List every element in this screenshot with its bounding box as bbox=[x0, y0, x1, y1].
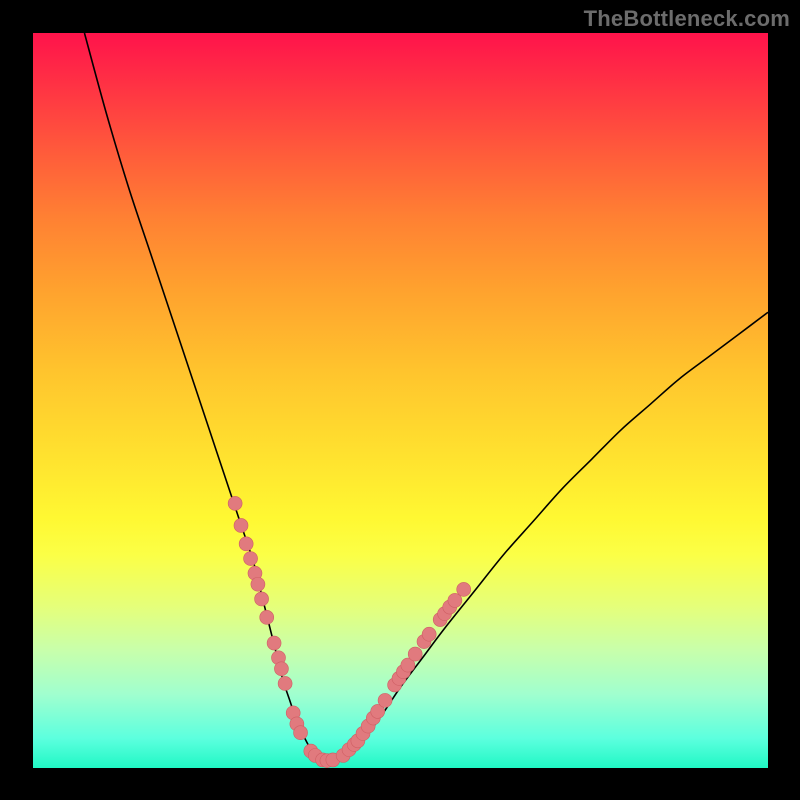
data-point bbox=[239, 537, 253, 551]
data-point bbox=[422, 627, 436, 641]
plot-svg bbox=[33, 33, 768, 768]
data-point bbox=[378, 693, 392, 707]
data-point bbox=[260, 610, 274, 624]
chart-container: TheBottleneck.com bbox=[0, 0, 800, 800]
main-curve bbox=[84, 33, 768, 761]
data-point bbox=[267, 636, 281, 650]
marker-group bbox=[228, 496, 471, 767]
data-point bbox=[228, 496, 242, 510]
data-point bbox=[278, 676, 292, 690]
data-point bbox=[294, 726, 308, 740]
data-point bbox=[457, 582, 471, 596]
data-point bbox=[274, 662, 288, 676]
data-point bbox=[244, 552, 258, 566]
plot-area bbox=[33, 33, 768, 768]
data-point bbox=[234, 518, 248, 532]
watermark-text: TheBottleneck.com bbox=[584, 6, 790, 32]
data-point bbox=[251, 577, 265, 591]
data-point bbox=[408, 647, 422, 661]
data-point bbox=[255, 592, 269, 606]
